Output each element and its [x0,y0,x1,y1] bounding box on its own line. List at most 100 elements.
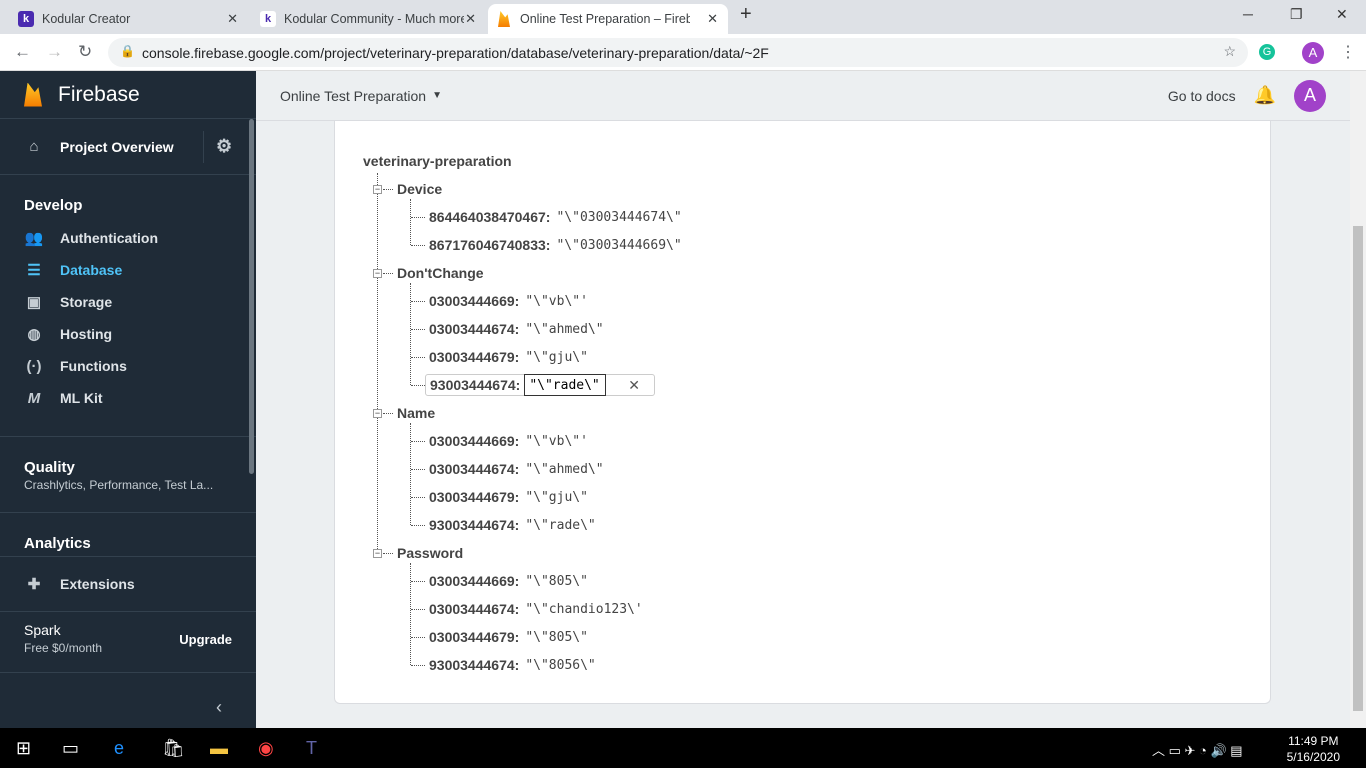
tree-leaf[interactable]: 03003444679: "\"805\" [429,627,588,647]
menu-icon[interactable]: ⋮ [1340,42,1356,62]
star-icon[interactable]: ☆ [1223,43,1236,60]
tree-node[interactable]: Password [397,543,463,563]
grammarly-icon[interactable]: G [1259,44,1275,60]
tree-leaf[interactable]: 93003444674: "\"rade\" [429,515,596,535]
sidebar-item-storage[interactable]: ▣ Storage [0,286,256,318]
edit-field[interactable]: 93003444674: "\"rade\" ✕ [425,374,655,396]
gear-icon[interactable]: ⚙ [216,136,232,157]
user-avatar[interactable]: A [1294,79,1326,112]
tree-leaf[interactable]: 93003444674: "\"8056\" [429,655,596,675]
tree-leaf[interactable]: 03003444679: "\"gju\" [429,347,588,367]
leaf-value[interactable]: "\"gju\" [525,350,588,365]
leaf-value[interactable]: "\"chandio123\' [525,602,642,617]
tree-node[interactable]: Name [397,403,435,423]
collapse-chevron-icon[interactable]: ‹ [216,697,222,718]
tree-root[interactable]: veterinary-preparation [363,151,512,171]
tree-leaf[interactable]: 03003444669: "\"805\" [429,571,588,591]
leaf-key[interactable]: 03003444669: [429,433,519,449]
file-explorer-icon[interactable]: ▬ [210,738,228,759]
leaf-key[interactable]: 03003444679: [429,489,519,505]
leaf-value[interactable]: "\"ahmed\" [525,462,603,477]
edge-icon[interactable]: e [114,738,124,759]
sidebar-item-ml-kit[interactable]: M ML Kit [0,382,256,414]
reload-icon[interactable]: ↻ [78,42,92,62]
sidebar-item-database[interactable]: ☰ Database [0,254,256,286]
tree-node[interactable]: Device [397,179,442,199]
tree-leaf[interactable]: 03003444674: "\"ahmed\" [429,459,604,479]
new-tab-button[interactable]: + [740,3,752,26]
clock[interactable]: 11:49 PM 5/16/2020 [1287,733,1340,765]
leaf-key[interactable]: 03003444669: [429,573,519,589]
chrome-icon[interactable]: ◉ [258,738,274,759]
forward-icon[interactable]: → [46,42,63,62]
leaf-key[interactable]: 93003444674: [429,657,519,673]
leaf-value[interactable]: "\"gju\" [525,490,588,505]
scrollbar-thumb[interactable] [1353,226,1363,711]
tree-leaf[interactable]: 03003444669: "\"vb\"' [429,291,588,311]
close-window-button[interactable]: ✕ [1336,6,1348,23]
leaf-key[interactable]: 03003444674: [429,321,519,337]
go-to-docs-link[interactable]: Go to docs [1168,88,1236,104]
close-icon[interactable]: ✕ [707,11,718,27]
tree-leaf[interactable]: 93003444674: "\"rade\" ✕ [425,374,655,396]
caret-down-icon[interactable]: ▼ [432,90,442,101]
tree-leaf[interactable]: 03003444674: "\"ahmed\" [429,319,604,339]
leaf-key[interactable]: 03003444669: [429,293,519,309]
leaf-value[interactable]: "\"ahmed\" [525,322,603,337]
sidebar-scrollbar[interactable] [249,119,254,474]
tab-kodular-community[interactable]: k Kodular Community - Much more ✕ [250,4,486,34]
tab-kodular-creator[interactable]: k Kodular Creator ✕ [8,4,248,34]
leaf-key[interactable]: 03003444679: [429,629,519,645]
task-view-icon[interactable]: ▭ [62,738,79,759]
windows-start-icon[interactable]: ⊞ [16,738,31,759]
bell-icon[interactable]: 🔔 [1254,85,1276,106]
collapse-icon[interactable]: − [373,269,382,278]
close-icon[interactable]: ✕ [465,11,476,27]
value-input[interactable]: "\"rade\" [524,374,607,396]
project-overview[interactable]: ⌂ Project Overview ⚙ [0,119,256,175]
leaf-value[interactable]: "\"805\" [525,574,588,589]
leaf-key[interactable]: 864464038470467: [429,209,550,225]
leaf-value[interactable]: "\"vb\"' [525,294,588,309]
tree-leaf[interactable]: 867176046740833: "\"03003444669\" [429,235,682,255]
profile-avatar[interactable]: A [1302,42,1324,64]
leaf-value[interactable]: "\"805\" [525,630,588,645]
tree-node[interactable]: Don'tChange [397,263,484,283]
page-scrollbar[interactable] [1350,71,1366,728]
close-icon[interactable]: ✕ [628,377,640,394]
leaf-value[interactable]: "\"vb\"' [525,434,588,449]
sidebar-item-functions[interactable]: (·) Functions [0,350,256,382]
sidebar-item-extensions[interactable]: ✚ Extensions [0,557,256,611]
leaf-value[interactable]: "\"03003444674\" [556,210,681,225]
tree-leaf[interactable]: 864464038470467: "\"03003444674\" [429,207,682,227]
leaf-value[interactable]: "\"8056\" [525,658,595,673]
close-icon[interactable]: ✕ [227,11,238,27]
leaf-value[interactable]: "\"rade\" [525,518,595,533]
store-icon[interactable]: 🛍 [162,738,185,759]
upgrade-button[interactable]: Upgrade [179,632,232,647]
url-input[interactable]: 🔒 console.firebase.google.com/project/vet… [108,38,1248,67]
leaf-value[interactable]: "\"03003444669\" [556,238,681,253]
tree-leaf[interactable]: 03003444669: "\"vb\"' [429,431,588,451]
project-selector[interactable]: Online Test Preparation [280,88,426,104]
section-develop[interactable]: Develop [0,175,256,222]
tree-leaf[interactable]: 03003444674: "\"chandio123\' [429,599,643,619]
teams-icon[interactable]: T [306,738,317,759]
leaf-key[interactable]: 867176046740833: [429,237,550,253]
leaf-key[interactable]: 93003444674: [430,377,520,393]
section-analytics[interactable]: Analytics [0,513,256,556]
brand[interactable]: Firebase [0,71,256,119]
maximize-button[interactable]: ❐ [1290,6,1303,23]
leaf-key[interactable]: 03003444679: [429,349,519,365]
leaf-key[interactable]: 93003444674: [429,517,519,533]
collapse-icon[interactable]: − [373,185,382,194]
sidebar-item-hosting[interactable]: ◍ Hosting [0,318,256,350]
collapse-icon[interactable]: − [373,549,382,558]
sidebar-item-authentication[interactable]: 👥 Authentication [0,222,256,254]
tab-firebase[interactable]: Online Test Preparation – Firebase ✕ [488,4,728,34]
section-quality[interactable]: Quality [0,437,256,478]
minimize-button[interactable]: ─ [1243,6,1253,22]
leaf-key[interactable]: 03003444674: [429,461,519,477]
leaf-key[interactable]: 03003444674: [429,601,519,617]
back-icon[interactable]: ← [14,42,31,62]
